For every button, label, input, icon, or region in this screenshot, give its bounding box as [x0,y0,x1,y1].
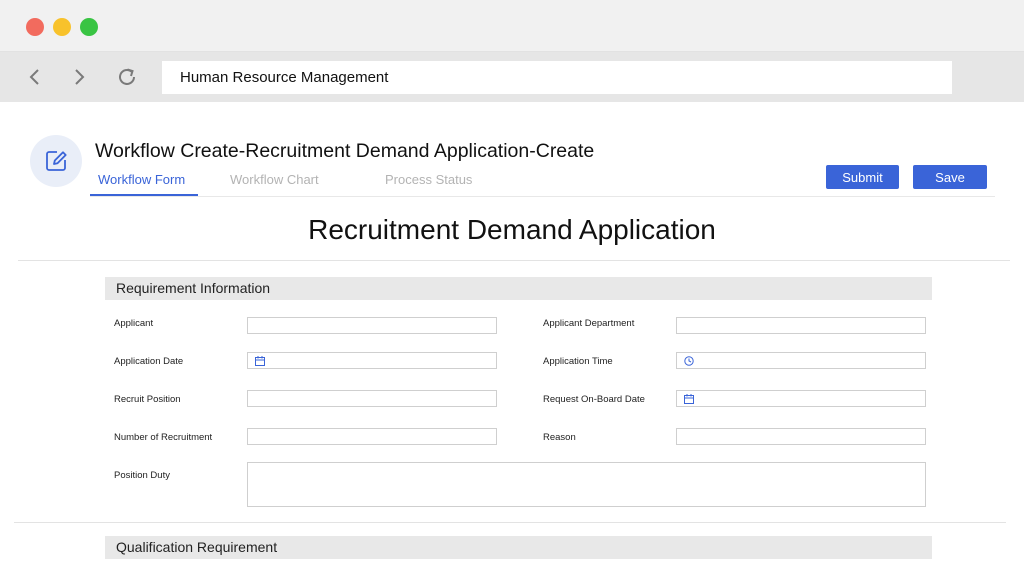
application-date-field[interactable] [247,352,497,369]
recruit-position-label: Recruit Position [114,394,181,405]
recruit-position-field[interactable] [247,390,497,407]
calendar-icon [255,356,265,366]
tab-process-status[interactable]: Process Status [385,172,472,187]
section-qualification-requirement: Qualification Requirement [105,536,932,559]
tabs-divider [90,196,995,197]
form-title-divider [18,260,1010,261]
reload-icon [119,68,135,85]
section-divider [14,522,1006,523]
browser-toolbar [0,52,1024,102]
position-duty-label: Position Duty [114,470,170,481]
clock-icon [684,356,694,366]
applicant-field[interactable] [247,317,497,334]
submit-button[interactable]: Submit [826,165,899,189]
applicant-department-label: Applicant Department [543,318,635,329]
application-time-label: Application Time [543,356,613,367]
form-title: Recruitment Demand Application [308,214,716,245]
tab-workflow-chart[interactable]: Workflow Chart [230,172,319,187]
number-of-recruitment-field[interactable] [247,428,497,445]
pencil-square-icon [46,151,67,171]
request-onboard-date-field[interactable] [676,390,926,407]
page-title: Workflow Create-Recruitment Demand Appli… [95,140,595,162]
close-window-button[interactable] [26,18,44,36]
application-date-label: Application Date [114,356,184,367]
reason-field[interactable] [676,428,926,445]
applicant-label: Applicant [114,318,154,329]
edit-form-icon [30,135,82,187]
reload-button[interactable] [114,64,140,90]
calendar-icon [684,394,694,404]
applicant-department-field[interactable] [676,317,926,334]
tab-workflow-form[interactable]: Workflow Form [98,172,185,187]
application-time-field[interactable] [676,352,926,369]
section-requirement-information: Requirement Information [105,277,932,300]
request-onboard-date-label: Request On-Board Date [543,394,645,405]
chevron-left-icon [29,69,39,85]
minimize-window-button[interactable] [53,18,71,36]
save-button[interactable]: Save [913,165,987,189]
reason-label: Reason [543,432,576,443]
maximize-window-button[interactable] [80,18,98,36]
number-of-recruitment-label: Number of Recruitment [114,432,213,443]
position-duty-textarea[interactable] [247,462,926,507]
address-bar[interactable] [162,61,952,94]
forward-button[interactable] [66,64,92,90]
window-titlebar [0,0,1024,52]
chevron-right-icon [75,69,85,85]
back-button[interactable] [22,64,48,90]
